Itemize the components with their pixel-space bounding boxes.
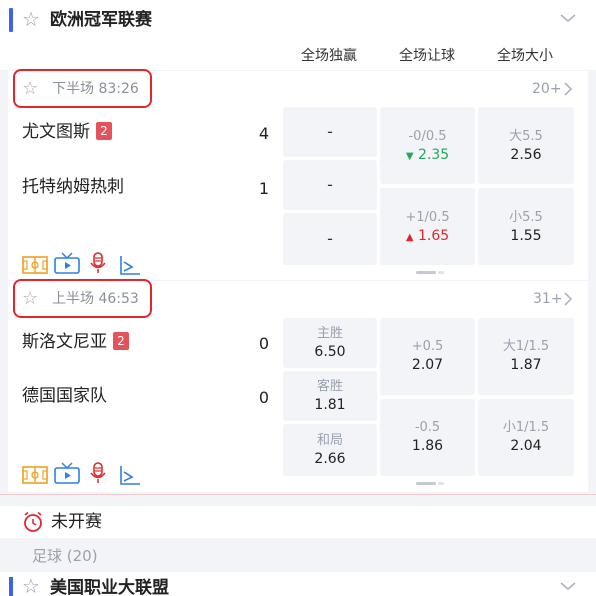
red-card-badge: 2	[96, 122, 112, 140]
odds-cell-over[interactable]: 大1/1.5 1.87	[478, 318, 574, 395]
handicap-line: -0/0.5	[408, 129, 447, 144]
star-outline-icon[interactable]: ☆	[22, 7, 40, 31]
stats-icon[interactable]	[119, 465, 141, 485]
odds-cell-moneyline-home[interactable]: 主胜 6.50	[283, 318, 377, 368]
chevron-right-icon[interactable]	[563, 291, 573, 307]
column-totals: 全场大小	[497, 48, 553, 64]
league-accent-bar	[9, 8, 13, 32]
away-team-name: 托特纳姆热刺	[22, 177, 124, 197]
odds-cell-moneyline-draw[interactable]: -	[283, 213, 377, 265]
odds-cell-handicap-away[interactable]: +1/0.5 ▲ 1.65	[380, 188, 475, 265]
odds-cell-moneyline-draw[interactable]: 和局 2.66	[283, 424, 377, 476]
away-score: 0	[258, 388, 270, 407]
chevron-down-icon[interactable]	[556, 576, 580, 596]
odds-cell-under[interactable]: 小1/1.5 2.04	[478, 399, 574, 476]
match-status: 上半场 46:53	[52, 291, 139, 307]
league-header[interactable]: ☆ 欧洲冠军联赛	[0, 0, 596, 40]
market-pager-active	[416, 482, 436, 485]
league-title: 美国职业大联盟	[50, 578, 169, 596]
chevron-right-icon[interactable]	[563, 81, 573, 97]
pitch-icon[interactable]	[22, 466, 48, 484]
home-team-name: 尤文图斯	[22, 122, 90, 142]
chevron-down-icon[interactable]	[556, 6, 580, 30]
totals-odds: 1.55	[510, 228, 542, 244]
handicap-odds: ▼ 2.35	[405, 147, 450, 163]
odds-cell-handicap-away[interactable]: -0.5 1.86	[380, 399, 475, 476]
more-markets-count[interactable]: 20+	[532, 78, 562, 100]
away-team[interactable]: 托特纳姆热刺	[22, 174, 124, 200]
star-outline-icon[interactable]: ☆	[22, 574, 40, 596]
market-pager-active	[416, 271, 436, 274]
more-markets-count[interactable]: 31+	[533, 288, 563, 310]
favorite-star-icon[interactable]: ☆	[22, 78, 38, 100]
home-team[interactable]: 斯洛文尼亚 2	[22, 329, 129, 355]
totals-line: 小5.5	[509, 210, 543, 225]
tv-icon[interactable]	[54, 462, 80, 484]
stats-icon[interactable]	[119, 255, 141, 275]
league-accent-bar	[9, 577, 13, 596]
handicap-line: +1/0.5	[405, 210, 450, 225]
section-divider	[0, 494, 596, 495]
trend-up-icon: ▲	[405, 232, 414, 243]
tv-icon[interactable]	[54, 252, 80, 274]
home-team-name: 斯洛文尼亚	[22, 332, 107, 352]
market-pager-dot	[438, 482, 444, 485]
alarm-clock-icon	[24, 511, 42, 532]
match-status: 下半场 83:26	[52, 81, 139, 97]
market-pager-dot	[438, 271, 444, 274]
mic-icon[interactable]	[89, 462, 107, 484]
odds-cell-handicap-home[interactable]: +0.5 2.07	[380, 318, 475, 395]
odds-cell-over[interactable]: 大5.5 2.56	[478, 107, 574, 184]
away-team[interactable]: 德国国家队	[22, 383, 107, 409]
home-score: 4	[258, 124, 270, 143]
totals-line: 大5.5	[509, 129, 543, 144]
home-team[interactable]: 尤文图斯 2	[22, 119, 112, 145]
mic-icon[interactable]	[89, 252, 107, 274]
upcoming-title: 未开赛	[51, 512, 102, 532]
totals-odds: 2.56	[510, 147, 542, 163]
handicap-odds: ▲ 1.65	[405, 228, 450, 244]
pitch-icon[interactable]	[22, 256, 48, 274]
away-score: 1	[258, 179, 270, 198]
league-title: 欧洲冠军联赛	[50, 10, 152, 30]
odds-cell-under[interactable]: 小5.5 1.55	[478, 188, 574, 265]
trend-down-icon: ▼	[405, 151, 414, 162]
home-score: 0	[258, 334, 270, 353]
sport-filter[interactable]: 足球 (20)	[32, 544, 98, 568]
red-card-badge: 2	[113, 332, 129, 350]
odds-cell-handicap-home[interactable]: -0/0.5 ▼ 2.35	[380, 107, 475, 184]
odds-cell-moneyline-away[interactable]: 客胜 1.81	[283, 371, 377, 421]
favorite-star-icon[interactable]: ☆	[22, 288, 38, 310]
column-handicap: 全场让球	[399, 48, 455, 64]
odds-cell-moneyline-home[interactable]: -	[283, 107, 377, 157]
column-moneyline: 全场独赢	[301, 48, 357, 64]
away-team-name: 德国国家队	[22, 386, 107, 406]
odds-cell-moneyline-away[interactable]: -	[283, 160, 377, 210]
